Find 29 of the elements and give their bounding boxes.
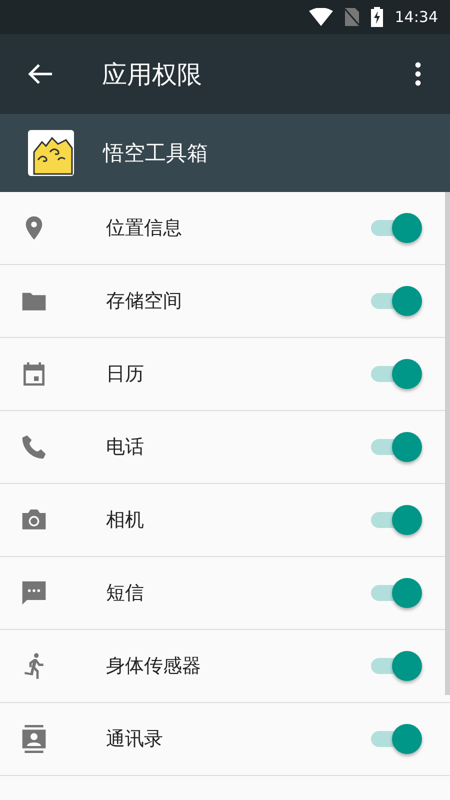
- permission-label: 身体传感器: [106, 654, 201, 679]
- toggle-switch[interactable]: [370, 724, 422, 754]
- contact-card-icon: [20, 725, 48, 753]
- toggle-switch[interactable]: [370, 578, 422, 608]
- scrollbar[interactable]: [445, 192, 450, 695]
- permission-label: 短信: [106, 581, 144, 606]
- permission-label: 位置信息: [106, 216, 182, 241]
- status-time: 14:34: [394, 8, 438, 26]
- back-arrow-icon[interactable]: [27, 63, 53, 85]
- toggle-switch[interactable]: [370, 286, 422, 316]
- app-icon: [28, 130, 74, 176]
- more-options-icon[interactable]: [415, 62, 421, 86]
- app-name: 悟空工具箱: [103, 140, 208, 167]
- permission-label: 电话: [106, 435, 144, 460]
- phone-icon: [20, 433, 48, 461]
- no-sim-icon: [344, 8, 359, 26]
- wifi-icon: [308, 8, 333, 26]
- permission-label: 日历: [106, 362, 144, 387]
- toggle-switch[interactable]: [370, 359, 422, 389]
- permission-label: 相机: [106, 508, 144, 533]
- battery-charging-icon: [370, 7, 383, 27]
- permission-label: 存储空间: [106, 289, 182, 314]
- toggle-switch[interactable]: [370, 213, 422, 243]
- page-title: 应用权限: [102, 58, 202, 90]
- toggle-switch[interactable]: [370, 651, 422, 681]
- message-icon: [20, 579, 48, 607]
- permission-label: 通讯录: [106, 727, 163, 752]
- toggle-switch[interactable]: [370, 505, 422, 535]
- toggle-switch[interactable]: [370, 432, 422, 462]
